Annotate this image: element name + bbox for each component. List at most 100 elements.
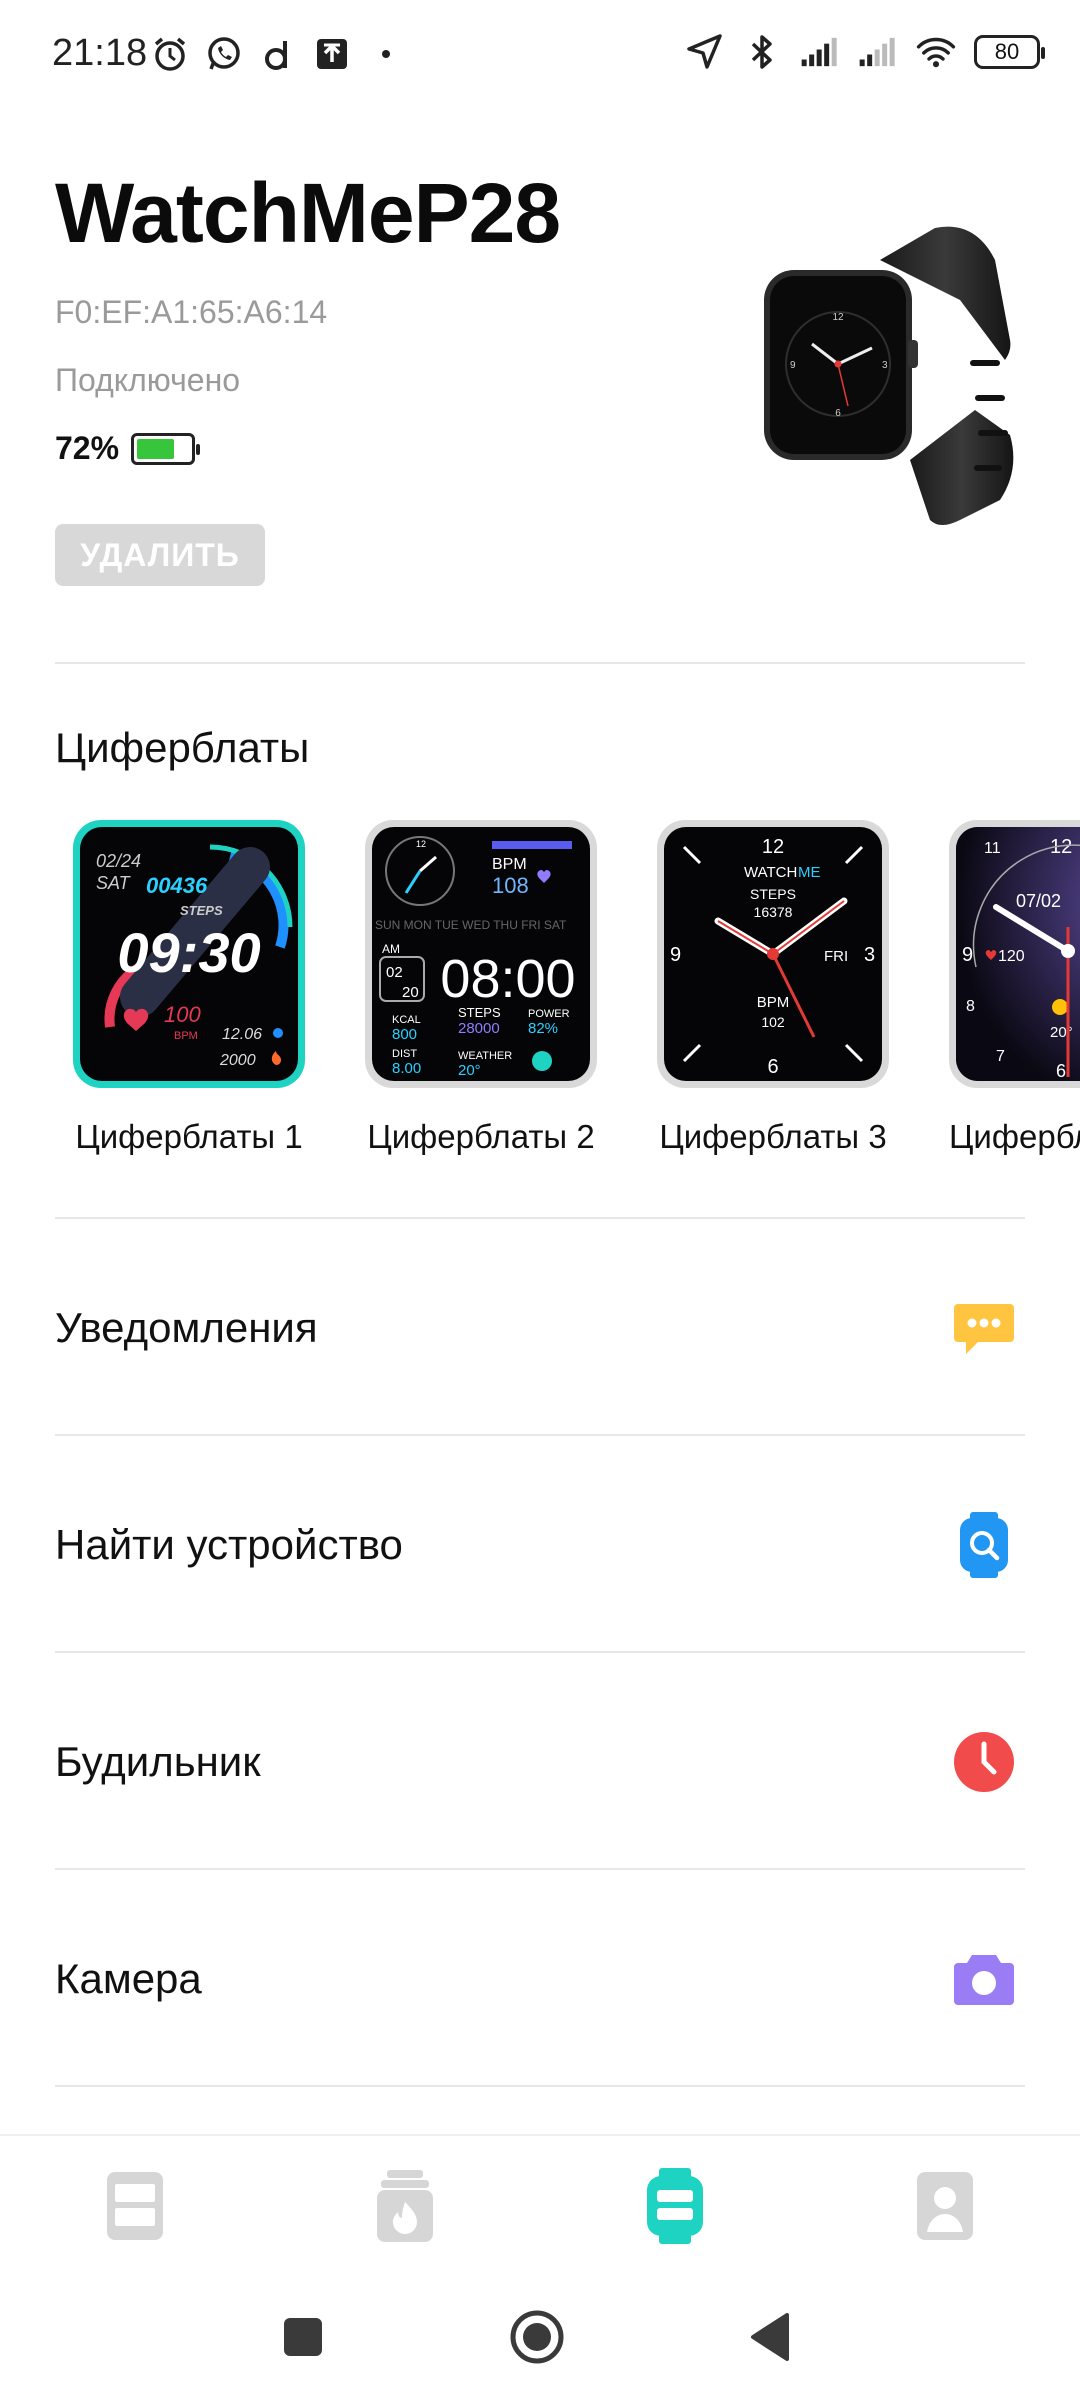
device-name: WatchMeP28	[55, 166, 561, 260]
whatsapp-icon	[204, 34, 244, 74]
watch-face-preview: 12 BPM 108 SUN MON TUE WED THU FRI SAT A…	[372, 827, 590, 1081]
face4-date: 07/02	[1016, 891, 1061, 911]
battery-fill	[137, 438, 175, 459]
signal-icon	[858, 32, 898, 72]
face2-steps-label: STEPS	[458, 1005, 501, 1020]
face2-bpm: 108	[492, 873, 529, 898]
watch-face-label: Циферблаты 3	[659, 1118, 887, 1155]
menu-label: Уведомления	[55, 1303, 318, 1351]
face2-bpm-label: BPM	[492, 856, 527, 873]
watch-face-label: Циферблаты 1	[75, 1118, 303, 1155]
dot-icon	[366, 34, 406, 74]
face2-steps: 28000	[458, 1020, 500, 1037]
find-watch-icon	[949, 1510, 1019, 1580]
status-time: 21:18	[52, 32, 148, 74]
face1-dist: 12.06	[222, 1026, 262, 1043]
back-button[interactable]	[736, 2302, 806, 2372]
device-mac-address: F0:EF:A1:65:A6:14	[55, 294, 328, 330]
face1-time: 09:30	[117, 921, 260, 984]
battery-indicator: 80	[974, 35, 1045, 69]
face3-bpm: 102	[761, 1014, 785, 1030]
face3-n6: 6	[767, 1056, 778, 1078]
section-divider	[55, 1217, 1025, 1219]
system-navigation-bar	[0, 2274, 1080, 2400]
face1-bpm-label: BPM	[174, 1030, 198, 1042]
section-divider	[55, 2085, 1025, 2087]
face4-n6: 6	[1056, 1061, 1066, 1081]
delete-device-button[interactable]: УДАЛИТЬ	[55, 524, 265, 586]
nav-device[interactable]	[635, 2166, 715, 2246]
svg-text:12: 12	[416, 839, 426, 849]
nav-activity[interactable]	[365, 2166, 445, 2246]
watch-face-card-4[interactable]: 11 12 9 8 7 6 07/02 120 20° Циферб	[949, 820, 1080, 1156]
face4-hr: 120	[998, 948, 1025, 965]
nav-profile[interactable]	[905, 2166, 985, 2246]
face1-day: SAT	[96, 873, 132, 893]
svg-text:9: 9	[790, 360, 796, 371]
menu-label: Найти устройство	[55, 1520, 403, 1568]
face2-dist-label: DIST	[392, 1048, 417, 1060]
menu-alarm[interactable]: Будильник	[55, 1654, 1025, 1869]
menu-label: Камера	[55, 1954, 202, 2002]
face3-steps: 16378	[754, 904, 793, 920]
face3-n12: 12	[762, 836, 784, 858]
face2-dist: 8.00	[392, 1060, 421, 1077]
watch-face-card-1[interactable]: 02/24 SAT 00436 STEPS 09:30 100 BPM 12.0…	[73, 820, 305, 1156]
face2-weather-label: WEATHER	[458, 1050, 512, 1062]
location-icon	[684, 32, 724, 72]
message-icon	[949, 1293, 1019, 1363]
watch-face-card-3[interactable]: 12 6 9 3 WATCH ME STEPS 16378 FRI BPM 10…	[657, 820, 889, 1156]
home-icon	[107, 2172, 163, 2240]
face3-brand-accent: ME	[798, 864, 821, 881]
watch-face-preview: 02/24 SAT 00436 STEPS 09:30 100 BPM 12.0…	[80, 827, 298, 1081]
face3-bpm-label: BPM	[757, 994, 790, 1011]
face2-ampm: AM	[382, 942, 400, 956]
menu-notifications[interactable]: Уведомления	[55, 1220, 1025, 1435]
face2-kcal: 800	[392, 1026, 417, 1043]
wifi-icon	[916, 32, 956, 72]
signal-icon	[800, 32, 840, 72]
square-icon	[284, 2318, 322, 2356]
face2-month: 02	[386, 964, 403, 981]
watch-face-label: Циферблаты	[949, 1118, 1080, 1155]
face1-steps: 00436	[146, 873, 208, 898]
section-divider	[55, 1434, 1025, 1436]
watch-face-preview: 11 12 9 8 7 6 07/02 120 20°	[956, 827, 1080, 1081]
watch-face-card-2[interactable]: 12 BPM 108 SUN MON TUE WED THU FRI SAT A…	[365, 820, 597, 1156]
face3-steps-label: STEPS	[750, 886, 796, 902]
device-icon	[647, 2168, 703, 2244]
face1-bpm: 100	[164, 1002, 201, 1027]
device-battery: 72%	[55, 430, 201, 467]
face4-n9: 9	[962, 944, 973, 966]
connection-status: Подключено	[55, 362, 241, 398]
circle-icon	[510, 2310, 564, 2364]
watch-face-preview: 12 6 9 3 WATCH ME STEPS 16378 FRI BPM 10…	[664, 827, 882, 1081]
nav-home[interactable]	[95, 2166, 175, 2246]
face4-n8: 8	[966, 998, 975, 1015]
clock-icon	[949, 1727, 1019, 1797]
recent-apps-button[interactable]	[268, 2302, 338, 2372]
face2-power: 82%	[528, 1020, 558, 1037]
face1-steps-label: STEPS	[180, 903, 223, 918]
notification-icons	[150, 34, 406, 74]
face2-kcal-label: KCAL	[392, 1014, 421, 1026]
watch-image: 12 6 9 3	[760, 220, 1020, 530]
section-divider	[55, 662, 1025, 664]
home-button[interactable]	[502, 2302, 572, 2372]
watch-faces-carousel[interactable]: 02/24 SAT 00436 STEPS 09:30 100 BPM 12.0…	[70, 820, 1080, 1170]
system-status-icons: 80	[684, 32, 1045, 72]
d-app-icon	[258, 34, 298, 74]
bluetooth-icon	[742, 32, 782, 72]
menu-find-device[interactable]: Найти устройство	[55, 1437, 1025, 1652]
face2-weekdays: SUN MON TUE WED THU FRI SAT	[375, 918, 567, 932]
battery-icon	[131, 432, 201, 465]
menu-camera[interactable]: Камера	[55, 1871, 1025, 2086]
face3-n3: 3	[864, 944, 875, 966]
face3-n9: 9	[670, 944, 681, 966]
face3-brand: WATCH	[744, 864, 797, 881]
alarm-icon	[150, 34, 190, 74]
status-bar: 21:18 80	[0, 0, 1080, 110]
face1-kcal: 2000	[219, 1052, 256, 1069]
watch-face-frame: 12 6 9 3 WATCH ME STEPS 16378 FRI BPM 10…	[657, 820, 889, 1088]
watch-face-frame: 11 12 9 8 7 6 07/02 120 20°	[949, 820, 1080, 1088]
